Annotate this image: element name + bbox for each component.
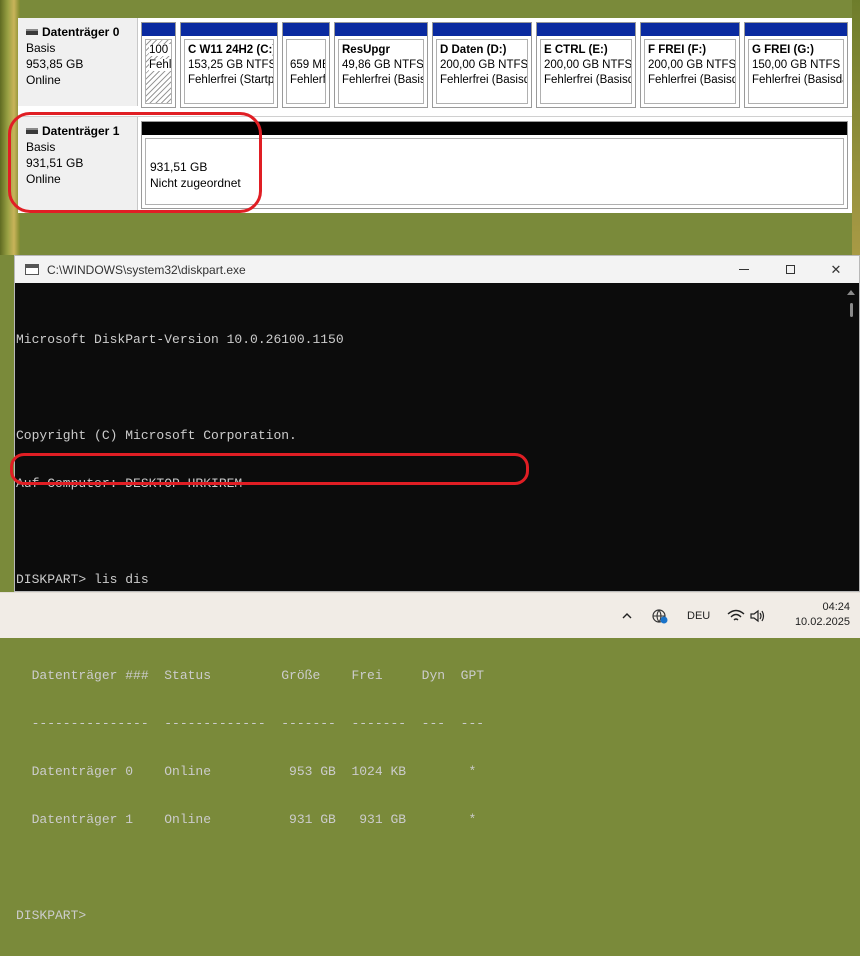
console-app-icon: [25, 264, 39, 275]
clock-time: 04:24: [822, 601, 850, 613]
partition-size: 100 MB: [149, 44, 171, 56]
console-line: Copyright (C) Microsoft Corporation.: [16, 428, 297, 443]
partition-name: [290, 43, 325, 58]
partition-efi[interactable]: 100 MB Fehlerfrei: [141, 22, 176, 108]
partition-status: Fehlerfrei (Basisdatenpartition): [752, 74, 843, 86]
language-indicator[interactable]: DEU: [687, 593, 710, 638]
partition-status: Fehlerfrei: [149, 59, 171, 71]
partition-name: ResUpgr: [342, 44, 390, 56]
console-line: Datenträger 0 Online 953 GB 1024 KB *: [16, 764, 477, 779]
partition-status: Fehlerfrei (Startpartition): [188, 74, 274, 86]
maximize-button[interactable]: [767, 256, 813, 283]
disk-icon: [26, 29, 38, 35]
partition-name: E CTRL (E:): [544, 44, 608, 56]
scroll-thumb[interactable]: [850, 303, 853, 317]
disk-0-label[interactable]: Datenträger 0 Basis 953,85 GB Online: [18, 18, 138, 106]
console-scrollbar[interactable]: [843, 283, 859, 591]
partition-c[interactable]: C W11 24H2 (C:) 153,25 GB NTFS Fehlerfre…: [180, 22, 278, 108]
clock-date: 10.02.2025: [794, 616, 850, 628]
disk-status: Online: [26, 73, 61, 87]
console-line: --------------- ------------- ------- --…: [16, 716, 485, 731]
desktop-wallpaper-right: [852, 0, 860, 255]
partition-status: Fehlerfrei (Basisdatenpartition): [440, 74, 527, 86]
partition-size: 200,00 GB NTFS: [648, 59, 736, 71]
partition-size: 153,25 GB NTFS: [188, 59, 274, 71]
console-output[interactable]: Microsoft DiskPart-Version 10.0.26100.11…: [15, 283, 843, 923]
partition-status: Fehlerfrei (Basisdatenpartition): [648, 74, 735, 86]
language-label: DEU: [687, 609, 711, 622]
partition-name: F FREI (F:): [648, 44, 707, 56]
console-line: DISKPART> lis dis: [16, 572, 149, 587]
system-clock[interactable]: 04:24 10.02.2025: [760, 600, 850, 630]
console-prompt[interactable]: DISKPART>: [16, 908, 843, 924]
maximize-icon: [785, 265, 795, 274]
disk-type: Basis: [26, 41, 56, 55]
partition-d[interactable]: D Daten (D:) 200,00 GB NTFS Fehlerfrei (…: [432, 22, 532, 108]
chevron-up-icon: [622, 612, 632, 618]
console-line: Datenträger ### Status Größe Frei Dyn GP…: [16, 668, 485, 683]
partition-name: D Daten (D:): [440, 44, 507, 56]
close-icon: ✕: [830, 261, 842, 277]
cloud-sync-status[interactable]: [651, 593, 669, 638]
disk-name: Datenträger 0: [42, 25, 120, 39]
minimize-icon: [739, 269, 749, 270]
partition-recovery[interactable]: 659 MB Fehlerfrei: [282, 22, 330, 108]
window-titlebar[interactable]: C:\WINDOWS\system32\diskpart.exe ✕: [15, 256, 859, 283]
scroll-up-arrow-icon[interactable]: [847, 290, 855, 295]
partition-status: Fehlerfrei: [290, 74, 326, 86]
console-line: Datenträger 1 Online 931 GB 931 GB *: [16, 812, 477, 827]
partition-status: Fehlerfrei (Basisdatenpartition): [342, 74, 423, 86]
partition-size: 200,00 GB NTFS: [440, 59, 528, 71]
partition-name: G FREI (G:): [752, 44, 814, 56]
partition-g[interactable]: G FREI (G:) 150,00 GB NTFS Fehlerfrei (B…: [744, 22, 848, 108]
highlight-disk1-row-annotation: [10, 453, 529, 485]
partition-name: C W11 24H2 (C:): [188, 44, 274, 56]
window-title: C:\WINDOWS\system32\diskpart.exe: [47, 262, 246, 277]
close-button[interactable]: ✕: [813, 256, 859, 283]
minimize-button[interactable]: [721, 256, 767, 283]
diskpart-window[interactable]: C:\WINDOWS\system32\diskpart.exe ✕ Micro…: [14, 255, 860, 923]
partition-size: 49,86 GB NTFS: [342, 59, 424, 71]
partition-resupgr[interactable]: ResUpgr 49,86 GB NTFS Fehlerfrei (Basisd…: [334, 22, 428, 108]
console-line: Microsoft DiskPart-Version 10.0.26100.11…: [16, 332, 344, 347]
partition-size: 659 MB: [290, 59, 326, 71]
partition-status: Fehlerfrei (Basisdatenpartition): [544, 74, 631, 86]
disk-row-0[interactable]: Datenträger 0 Basis 953,85 GB Online 100…: [18, 18, 852, 110]
disk-size: 953,85 GB: [26, 57, 84, 71]
partition-f[interactable]: F FREI (F:) 200,00 GB NTFS Fehlerfrei (B…: [640, 22, 740, 108]
wifi-icon: [727, 609, 745, 621]
partition-size: 150,00 GB NTFS: [752, 59, 841, 71]
show-hidden-icons-button[interactable]: [620, 593, 634, 638]
highlight-disk1-annotation: [8, 112, 262, 213]
globe-icon: [652, 608, 668, 623]
partition-e[interactable]: E CTRL (E:) 200,00 GB NTFS Fehlerfrei (B…: [536, 22, 636, 108]
partition-size: 200,00 GB NTFS: [544, 59, 632, 71]
taskbar: DEU 04:24 10.02.2025: [0, 592, 860, 638]
